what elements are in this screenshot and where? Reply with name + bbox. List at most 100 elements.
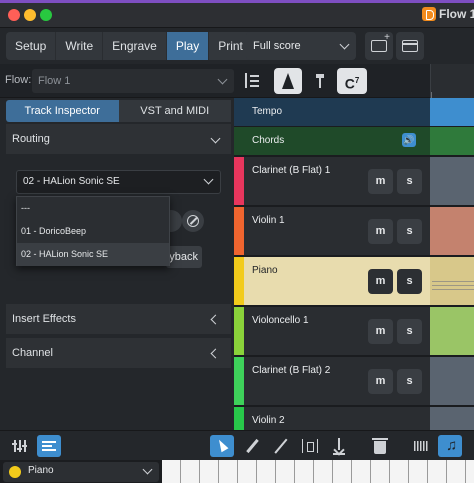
mute-button[interactable]: m bbox=[368, 369, 393, 394]
track-color-strip bbox=[234, 357, 244, 405]
chords-track-header: Chords 🔊 bbox=[234, 127, 430, 155]
solo-button[interactable]: s bbox=[397, 319, 422, 344]
track-color-strip bbox=[234, 207, 244, 255]
track-name: Violoncello 1 bbox=[252, 315, 309, 326]
mode-play[interactable]: Play bbox=[166, 32, 210, 60]
window-icon bbox=[402, 40, 418, 52]
instrument-track[interactable]: Clarinet (B Flat) 1 m s bbox=[234, 157, 474, 205]
trash-icon bbox=[372, 438, 388, 454]
inspector-tabs: Track Inspector VST and MIDI bbox=[6, 100, 231, 122]
zoom-window-button[interactable] bbox=[40, 9, 52, 21]
flow-select-value: Flow 1 bbox=[38, 75, 71, 87]
line-icon bbox=[274, 438, 288, 454]
tuning-fork-button[interactable] bbox=[306, 68, 334, 94]
track-lane bbox=[430, 407, 474, 430]
edit-icon bbox=[187, 215, 199, 227]
track-name: Clarinet (B Flat) 1 bbox=[252, 165, 331, 176]
dropdown-option-doricobeep[interactable]: 01 - DoricoBeep bbox=[17, 220, 169, 243]
mode-engrave[interactable]: Engrave bbox=[103, 32, 167, 60]
flow-select[interactable]: Flow 1 bbox=[32, 69, 234, 93]
routing-label: Routing bbox=[12, 133, 50, 145]
metronome-button[interactable] bbox=[274, 68, 302, 94]
flow-label: Flow: bbox=[5, 74, 32, 86]
audio-view-button[interactable] bbox=[409, 435, 433, 457]
tempo-track-header: Tempo bbox=[234, 98, 430, 126]
solo-button[interactable]: s bbox=[397, 169, 422, 194]
download-icon bbox=[333, 438, 345, 455]
track-header: Piano m s bbox=[234, 257, 430, 305]
tempo-lane bbox=[430, 98, 474, 126]
speaker-icon[interactable]: 🔊 bbox=[402, 133, 416, 147]
new-tab-icon bbox=[371, 32, 390, 52]
solo-button[interactable]: s bbox=[397, 269, 422, 294]
track-name: Violin 2 bbox=[252, 415, 285, 426]
chevron-left-icon bbox=[210, 314, 221, 325]
sort-icon-line bbox=[250, 85, 259, 87]
dropdown-option-halion[interactable]: 02 - HALion Sonic SE bbox=[17, 243, 169, 266]
draw-tool-button[interactable] bbox=[240, 435, 264, 457]
flow-row: Flow: Flow 1 C7 bbox=[0, 64, 474, 98]
mute-button[interactable]: m bbox=[368, 319, 393, 344]
channel-section-header[interactable]: Channel bbox=[6, 338, 231, 368]
track-color-strip bbox=[234, 257, 244, 305]
staff-line bbox=[432, 285, 474, 286]
mute-button[interactable]: m bbox=[368, 169, 393, 194]
mute-button[interactable]: m bbox=[368, 269, 393, 294]
tab-track-inspector[interactable]: Track Inspector bbox=[6, 100, 119, 122]
track-color-strip bbox=[234, 407, 244, 430]
import-button[interactable] bbox=[327, 435, 351, 457]
playback-button[interactable]: yback bbox=[166, 246, 202, 268]
chords-track[interactable]: Chords 🔊 bbox=[234, 127, 474, 155]
mode-write[interactable]: Write bbox=[56, 32, 104, 60]
routing-section-header[interactable]: Routing bbox=[6, 124, 231, 154]
channel-label: Channel bbox=[12, 347, 53, 359]
status-row: Piano bbox=[0, 460, 474, 483]
select-tool-button[interactable] bbox=[210, 435, 234, 457]
instrument-track[interactable]: Clarinet (B Flat) 2 m s bbox=[234, 357, 474, 405]
mute-button[interactable]: m bbox=[368, 219, 393, 244]
music-note-icon: ♫ bbox=[446, 437, 458, 454]
staff-line bbox=[432, 289, 474, 290]
timeline-ruler[interactable] bbox=[430, 64, 474, 98]
delete-button[interactable] bbox=[368, 435, 392, 457]
dorico-window: Flow 1 i Setup Write Engrave Play Print … bbox=[0, 0, 474, 483]
tempo-track[interactable]: Tempo bbox=[234, 98, 474, 126]
piano-keyboard[interactable] bbox=[162, 460, 474, 483]
track-sort-button[interactable] bbox=[238, 68, 266, 94]
output-device-value: 02 - HALion Sonic SE bbox=[23, 176, 120, 187]
solo-button[interactable]: s bbox=[397, 219, 422, 244]
tab-vst-and-midi[interactable]: VST and MIDI bbox=[118, 100, 231, 122]
chord-symbols-button[interactable]: C7 bbox=[337, 68, 367, 94]
mixer-button[interactable] bbox=[8, 435, 32, 457]
velocity-tool-button[interactable] bbox=[298, 435, 322, 457]
instrument-track[interactable]: Violin 1 m s bbox=[234, 207, 474, 255]
solo-button[interactable]: s bbox=[397, 369, 422, 394]
chevron-down-icon bbox=[210, 133, 221, 144]
chords-track-name: Chords bbox=[252, 135, 285, 146]
tempo-track-name: Tempo bbox=[252, 106, 283, 117]
arrow-cursor-icon bbox=[215, 437, 229, 453]
output-device-select[interactable]: 02 - HALion Sonic SE bbox=[16, 170, 221, 194]
window-mode-button[interactable] bbox=[396, 32, 424, 60]
edit-instrument-button[interactable] bbox=[182, 210, 204, 232]
track-lane bbox=[430, 207, 474, 255]
dropdown-option-none[interactable]: --- bbox=[17, 197, 169, 220]
insert-effects-section-header[interactable]: Insert Effects bbox=[6, 304, 231, 334]
layout-select[interactable]: Full score bbox=[246, 32, 356, 60]
minimize-window-button[interactable] bbox=[24, 9, 36, 21]
line-tool-button[interactable] bbox=[269, 435, 293, 457]
instrument-track[interactable]: Violin 2 bbox=[234, 407, 474, 430]
instrument-track-selected[interactable]: Piano m s bbox=[234, 257, 474, 305]
track-list-button[interactable] bbox=[37, 435, 61, 457]
mode-setup[interactable]: Setup bbox=[6, 32, 57, 60]
instrument-color-dot bbox=[9, 466, 21, 478]
instrument-select[interactable]: Piano bbox=[3, 462, 159, 482]
instrument-track[interactable]: Violoncello 1 m s bbox=[234, 307, 474, 355]
midi-view-button[interactable]: ♫ bbox=[438, 435, 462, 457]
chord-button-label: C bbox=[344, 75, 355, 92]
track-lane bbox=[430, 307, 474, 355]
close-window-button[interactable] bbox=[8, 9, 20, 21]
add-layout-button[interactable] bbox=[365, 32, 393, 60]
chords-lane bbox=[430, 127, 474, 155]
track-header: Clarinet (B Flat) 1 m s bbox=[234, 157, 430, 205]
